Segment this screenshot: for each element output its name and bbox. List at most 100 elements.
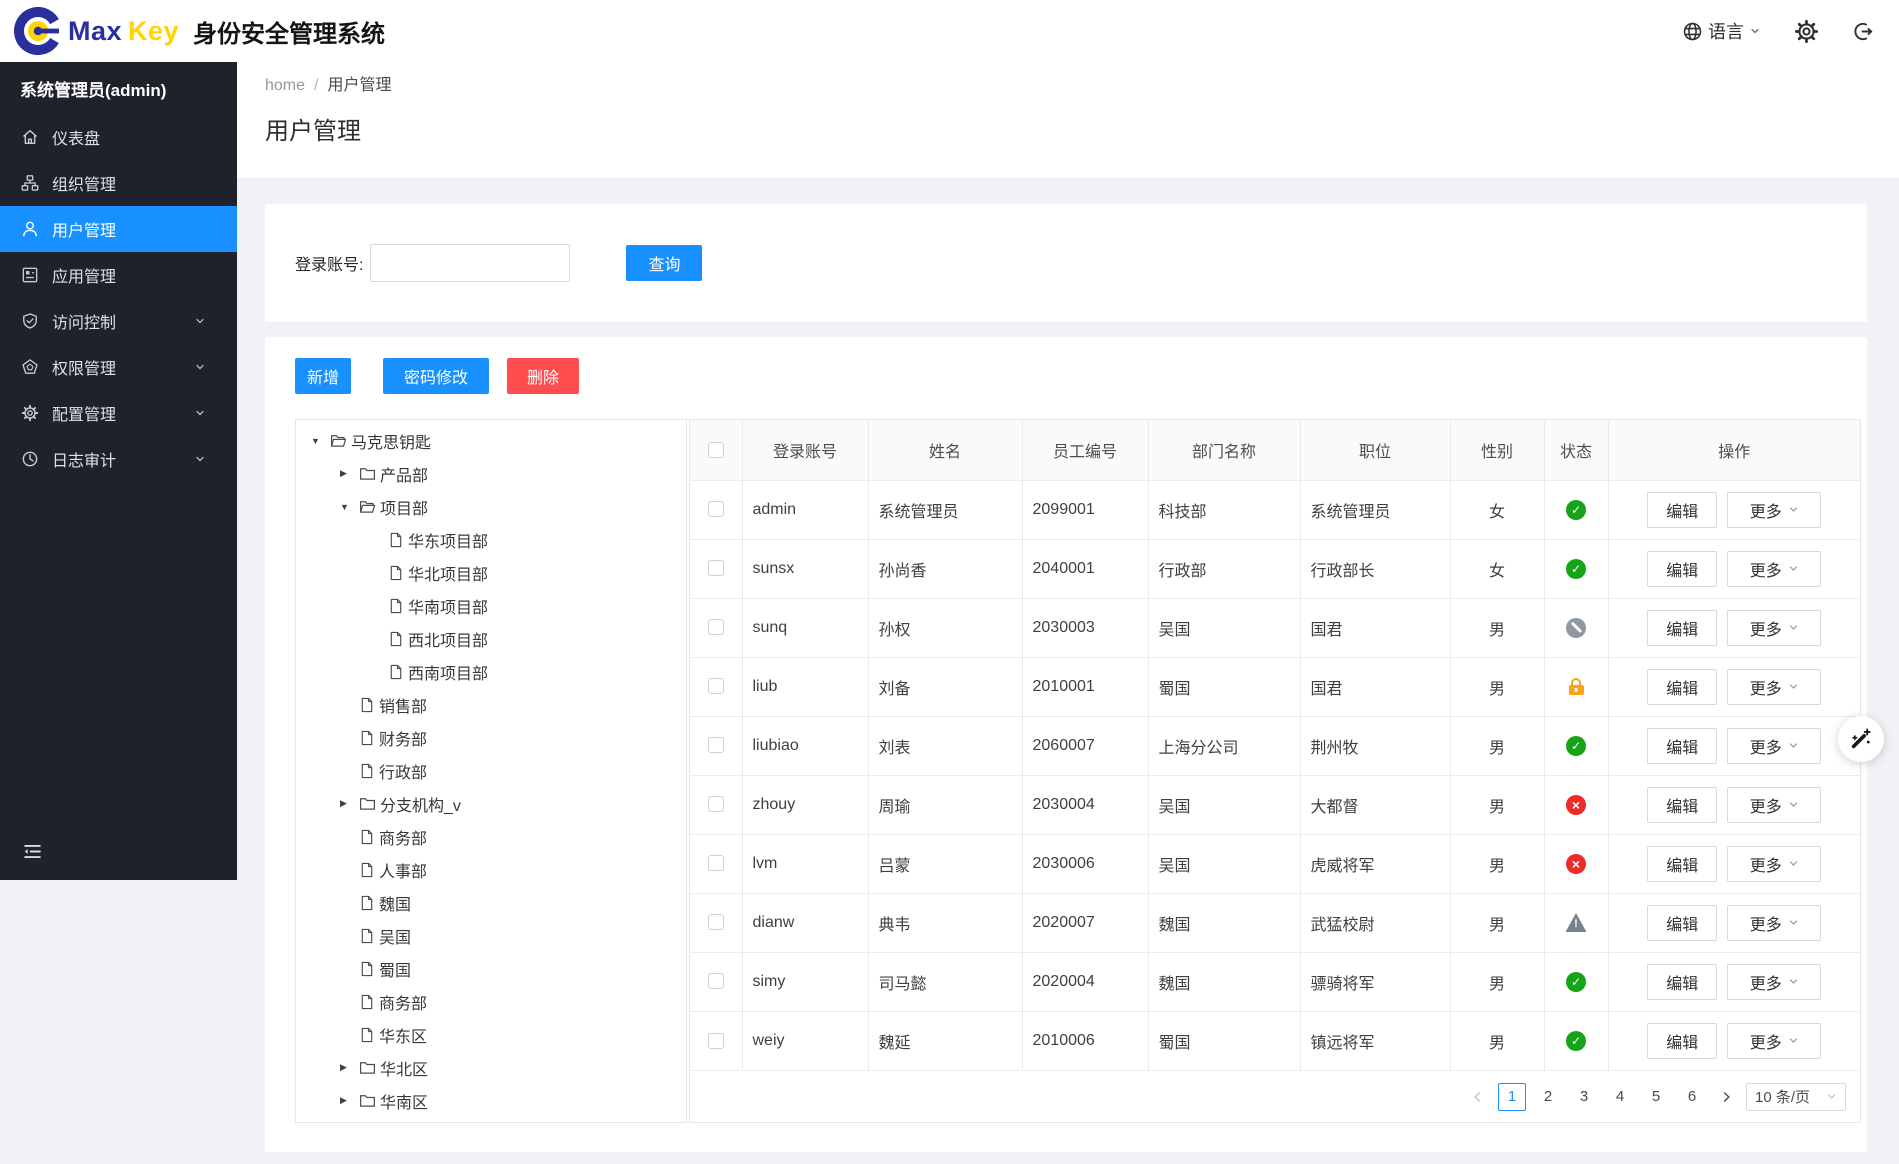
tree-item[interactable]: ▼ 马克思钥匙 — [296, 424, 686, 457]
select-all-header-cell — [689, 419, 743, 481]
more-button[interactable]: 更多 — [1727, 668, 1822, 705]
tree-item[interactable]: 魏国 — [296, 886, 686, 919]
login-account-input[interactable] — [370, 244, 571, 282]
edit-button[interactable]: 编辑 — [1647, 904, 1718, 941]
tree-item[interactable]: ▼ 项目部 — [296, 490, 686, 523]
tree-item[interactable]: 华南项目部 — [296, 589, 686, 622]
tree-item[interactable]: 商务部 — [296, 985, 686, 1018]
menu-fold-icon[interactable] — [0, 841, 237, 880]
row-checkbox[interactable] — [707, 619, 724, 636]
more-button[interactable]: 更多 — [1727, 963, 1822, 1000]
breadcrumb-home-link[interactable]: home — [265, 77, 305, 95]
page-button-6[interactable]: 6 — [1678, 1083, 1706, 1111]
page-button-5[interactable]: 5 — [1642, 1083, 1670, 1111]
tree-item[interactable]: ▶ 华北区 — [296, 1051, 686, 1084]
job-title-cell: 大都督 — [1299, 774, 1451, 835]
more-button[interactable]: 更多 — [1727, 904, 1822, 941]
tree-item[interactable]: 吴国 — [296, 919, 686, 952]
language-menu[interactable]: 语言 — [1682, 18, 1761, 44]
row-select-cell — [689, 774, 743, 835]
tree-item[interactable]: 商务部 — [296, 820, 686, 853]
tree-item[interactable]: 华北项目部 — [296, 556, 686, 589]
tree-item[interactable]: 华东区 — [296, 1018, 686, 1051]
sidebar-item-permissions[interactable]: 权限管理 — [0, 344, 237, 390]
edit-button[interactable]: 编辑 — [1647, 786, 1718, 823]
page-button-3[interactable]: 3 — [1570, 1083, 1598, 1111]
logout-icon[interactable] — [1852, 21, 1873, 42]
tree-item[interactable]: 销售部 — [296, 688, 686, 721]
row-checkbox[interactable] — [707, 796, 724, 813]
tree-item[interactable]: 人事部 — [296, 853, 686, 886]
tree-item[interactable]: ▶ 分支机构_v — [296, 787, 686, 820]
row-checkbox[interactable] — [707, 678, 724, 695]
row-checkbox[interactable] — [707, 973, 724, 990]
sidebar-item-configuration[interactable]: 配置管理 — [0, 390, 237, 436]
page-button-2[interactable]: 2 — [1534, 1083, 1562, 1111]
more-button-label: 更多 — [1749, 562, 1782, 580]
floating-wand-button[interactable] — [1838, 716, 1884, 762]
status-cell — [1543, 597, 1609, 658]
sidebar-item-users[interactable]: 用户管理 — [0, 206, 237, 252]
more-button[interactable]: 更多 — [1727, 1022, 1822, 1059]
edit-button[interactable]: 编辑 — [1647, 845, 1718, 882]
more-button[interactable]: 更多 — [1727, 609, 1822, 646]
row-checkbox[interactable] — [707, 501, 724, 518]
tree-item[interactable]: 财务部 — [296, 721, 686, 754]
row-checkbox[interactable] — [707, 560, 724, 577]
add-button[interactable]: 新增 — [295, 358, 351, 394]
sidebar-item-applications[interactable]: 应用管理 — [0, 252, 237, 298]
next-page-button[interactable] — [1714, 1083, 1738, 1111]
chevron-down-icon — [1788, 976, 1799, 987]
edit-button[interactable]: 编辑 — [1647, 668, 1718, 705]
more-button[interactable]: 更多 — [1727, 845, 1822, 882]
sidebar-item-dashboard[interactable]: 仪表盘 — [0, 114, 237, 160]
page-button-1[interactable]: 1 — [1498, 1082, 1526, 1111]
caret-right-icon[interactable]: ▶ — [338, 1062, 359, 1073]
row-checkbox[interactable] — [707, 914, 724, 931]
caret-right-icon[interactable]: ▶ — [338, 798, 359, 809]
page-size-select[interactable]: 10 条/页 — [1746, 1082, 1846, 1111]
sidebar-item-organizations[interactable]: 组织管理 — [0, 160, 237, 206]
edit-button[interactable]: 编辑 — [1647, 1022, 1718, 1059]
tree-item[interactable]: 华东项目部 — [296, 523, 686, 556]
tree-item-label: 华北项目部 — [408, 566, 489, 584]
settings-gear-icon[interactable] — [1795, 19, 1818, 43]
sidebar-item-access-control[interactable]: 访问控制 — [0, 298, 237, 344]
tree-item[interactable]: 蜀国 — [296, 952, 686, 985]
tree-item[interactable]: ▶ 华南区 — [296, 1084, 686, 1117]
file-icon — [388, 532, 404, 548]
tree-item[interactable]: ▶ 产品部 — [296, 457, 686, 490]
row-checkbox[interactable] — [707, 855, 724, 872]
tree-item-label: 蜀国 — [379, 962, 412, 980]
row-checkbox[interactable] — [707, 1032, 724, 1049]
select-all-checkbox[interactable] — [707, 441, 724, 458]
tree-item[interactable]: 西南项目部 — [296, 655, 686, 688]
employee-id-cell: 2099001 — [1021, 479, 1149, 540]
delete-button[interactable]: 删除 — [507, 358, 579, 394]
query-button[interactable]: 查询 — [626, 245, 703, 281]
edit-button[interactable]: 编辑 — [1647, 550, 1718, 587]
edit-button[interactable]: 编辑 — [1647, 727, 1718, 764]
more-button[interactable]: 更多 — [1727, 491, 1822, 528]
sidebar-item-audit-log[interactable]: 日志审计 — [0, 436, 237, 482]
tree-item[interactable]: 行政部 — [296, 754, 686, 787]
more-button[interactable]: 更多 — [1727, 727, 1822, 764]
page-button-4[interactable]: 4 — [1606, 1083, 1634, 1111]
caret-down-icon[interactable]: ▼ — [309, 436, 330, 446]
more-button[interactable]: 更多 — [1727, 550, 1822, 587]
row-select-cell — [689, 597, 743, 658]
tree-item[interactable]: 西北项目部 — [296, 622, 686, 655]
caret-right-icon[interactable]: ▶ — [338, 1095, 359, 1106]
row-checkbox[interactable] — [707, 737, 724, 754]
chevron-left-icon — [1471, 1090, 1485, 1104]
change-password-button[interactable]: 密码修改 — [383, 358, 489, 394]
caret-down-icon[interactable]: ▼ — [338, 502, 359, 512]
edit-button[interactable]: 编辑 — [1647, 963, 1718, 1000]
login-cell: sunsx — [741, 538, 869, 599]
previous-page-button[interactable] — [1466, 1083, 1490, 1111]
edit-button[interactable]: 编辑 — [1647, 609, 1718, 646]
caret-right-icon[interactable]: ▶ — [338, 468, 359, 479]
table-head: 登录账号 姓名 员工编号 部门名称 职位 性别 状态 操作 — [689, 419, 1861, 481]
edit-button[interactable]: 编辑 — [1647, 491, 1718, 528]
more-button[interactable]: 更多 — [1727, 786, 1822, 823]
